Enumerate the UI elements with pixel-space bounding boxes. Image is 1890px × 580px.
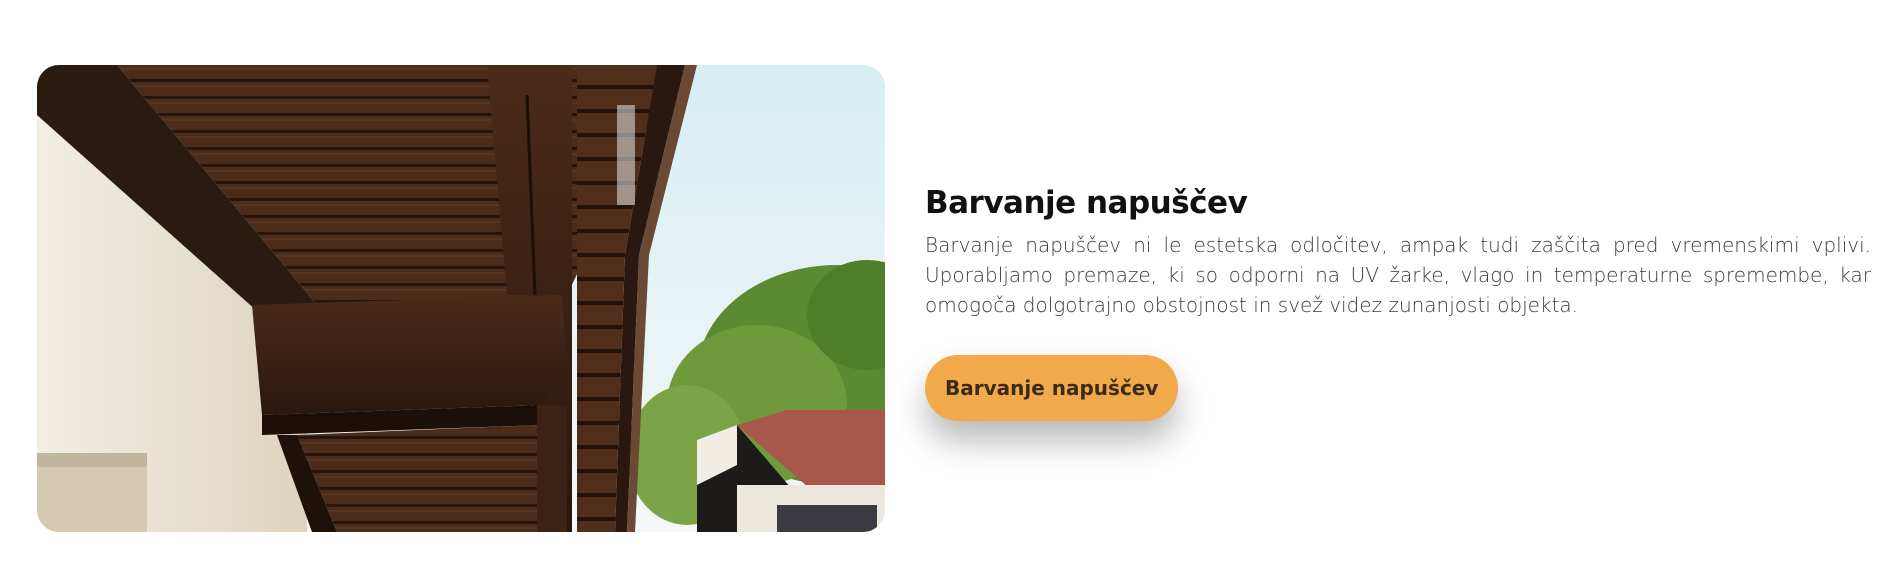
eaves-photo-illustration — [37, 65, 885, 532]
feature-cta-button[interactable]: Barvanje napuščev — [925, 355, 1179, 421]
feature-description: Barvanje napuščev ni le estetska odločit… — [925, 233, 1871, 317]
feature-content: Barvanje napuščev Barvanje napuščev ni l… — [925, 180, 1871, 421]
eaves-photo — [37, 65, 885, 532]
feature-title: Barvanje napuščev — [925, 185, 1248, 221]
page: Barvanje napuščev Barvanje napuščev ni l… — [0, 0, 1890, 580]
